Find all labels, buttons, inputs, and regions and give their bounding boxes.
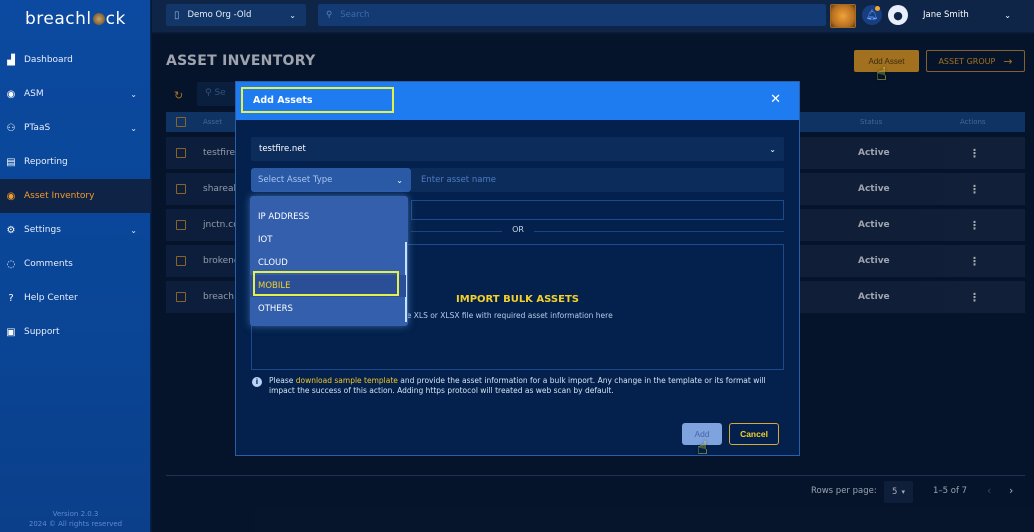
asset-name-input[interactable]: Enter asset name [411,168,784,192]
asset-type-menu: IP ADDRESS IOT CLOUD MOBILE OTHERS [250,196,408,326]
fingerprint-icon[interactable] [830,4,856,28]
hand-cursor-icon: ☝ [876,64,887,85]
modal-cancel-button[interactable]: Cancel [729,423,779,445]
menu-option-ip-address[interactable]: IP ADDRESS [250,206,406,228]
highlight-box [253,271,399,296]
notification-button[interactable]: 🔔︎ [862,5,882,25]
report-icon: ▤ [6,156,16,168]
download-template-link[interactable]: download sample template [296,376,398,385]
org-name: Demo Org -Old [187,10,252,20]
modal-title: Add Assets [241,87,394,113]
or-divider [411,231,784,232]
menu-option-iot[interactable]: IOT [250,229,406,251]
menu-option-others[interactable]: OTHERS [250,298,406,320]
search-placeholder: Search [340,10,370,20]
asset-type-placeholder: Select Asset Type [258,175,333,185]
sidebar-item-label: ASM [24,89,44,99]
asset-icon: ◉ [6,190,16,202]
help-icon: ? [8,292,14,304]
logo-text-end: ck [105,9,126,29]
user-icon: ● [893,8,903,22]
chevron-down-icon: ⌄ [769,144,776,154]
version-label: Version 2.0.3 [52,510,99,518]
sidebar-item-label: Dashboard [24,55,73,65]
sidebar-item-ptaas[interactable]: ⚇ PTaaS ⌄ [0,111,151,145]
user-name: Jane Smith [923,10,969,20]
search-icon: ⚲ [326,10,333,20]
info-icon: i [252,377,262,387]
logo-text: breachl [25,9,92,29]
building-icon: ▯ [174,9,180,21]
chevron-down-icon: ⌄ [130,89,137,99]
sidebar-item-settings[interactable]: ⚙ Settings ⌄ [0,213,151,247]
asset-extra-field[interactable] [411,200,784,220]
chevron-down-icon: ⌄ [130,225,137,235]
sidebar-item-comments[interactable]: ◌ Comments [0,247,151,281]
users-icon: ⚇ [6,122,16,134]
modal-header: Add Assets ✕ [236,82,799,120]
avatar[interactable]: ● [888,5,908,25]
sidebar-item-label: Asset Inventory [24,191,95,201]
sidebar-nav: ▟ Dashboard ◉ ASM ⌄ ⚇ PTaaS ⌄ ▤ Reporting ◉ As… [0,43,151,349]
support-icon: ▣ [6,326,16,338]
import-subtitle: he XLS or XLSX file with required asset … [402,311,613,320]
sidebar-item-support[interactable]: ▣ Support [0,315,151,349]
sidebar: breachl ck ▟ Dashboard ◉ ASM ⌄ ⚇ PTaaS ⌄ ▤ Rep… [0,0,151,532]
user-menu[interactable]: Jane Smith ⌄ [915,4,1021,26]
sidebar-item-label: PTaaS [24,123,51,133]
sidebar-item-label: Comments [24,259,73,269]
asset-type-select[interactable]: Select Asset Type ⌄ [251,168,411,192]
close-icon[interactable]: ✕ [770,92,781,107]
sidebar-item-reporting[interactable]: ▤ Reporting [0,145,151,179]
org-selector[interactable]: ▯ Demo Org -Old ⌄ [166,4,306,26]
or-label: OR [502,225,534,234]
chevron-down-icon: ⌄ [396,175,403,185]
logo[interactable]: breachl ck [25,9,126,29]
chevron-down-icon: ⌄ [1004,10,1011,20]
lock-icon [92,13,105,25]
chevron-down-icon: ⌄ [289,10,296,20]
info-note: i Please download sample template and pr… [252,376,787,396]
hand-cursor-icon: ☝ [697,438,708,459]
sidebar-item-dashboard[interactable]: ▟ Dashboard [0,43,151,77]
sidebar-item-label: Support [24,327,60,337]
gear-icon: ⚙ [6,224,16,236]
modal-org-select[interactable]: testfire.net ⌄ [251,137,784,161]
modal-org-value: testfire.net [259,144,306,154]
sidebar-item-label: Help Center [24,293,78,303]
bell-icon: 🔔︎ [865,9,879,21]
comment-icon: ◌ [6,258,16,270]
asset-name-placeholder: Enter asset name [421,175,496,185]
sidebar-item-label: Settings [24,225,61,235]
sidebar-item-label: Reporting [24,157,68,167]
info-text-pre: Please [269,376,296,385]
copyright-label: 2024 © All rights reserved [28,520,123,528]
notification-dot [875,6,880,11]
global-search[interactable]: ⚲ Search [318,4,826,26]
sidebar-item-help-center[interactable]: ? Help Center [0,281,151,315]
sidebar-item-asm[interactable]: ◉ ASM ⌄ [0,77,151,111]
chevron-down-icon: ⌄ [130,123,137,133]
sidebar-item-asset-inventory[interactable]: ◉ Asset Inventory [0,179,151,213]
chart-icon: ▟ [7,54,15,66]
target-icon: ◉ [6,88,16,100]
